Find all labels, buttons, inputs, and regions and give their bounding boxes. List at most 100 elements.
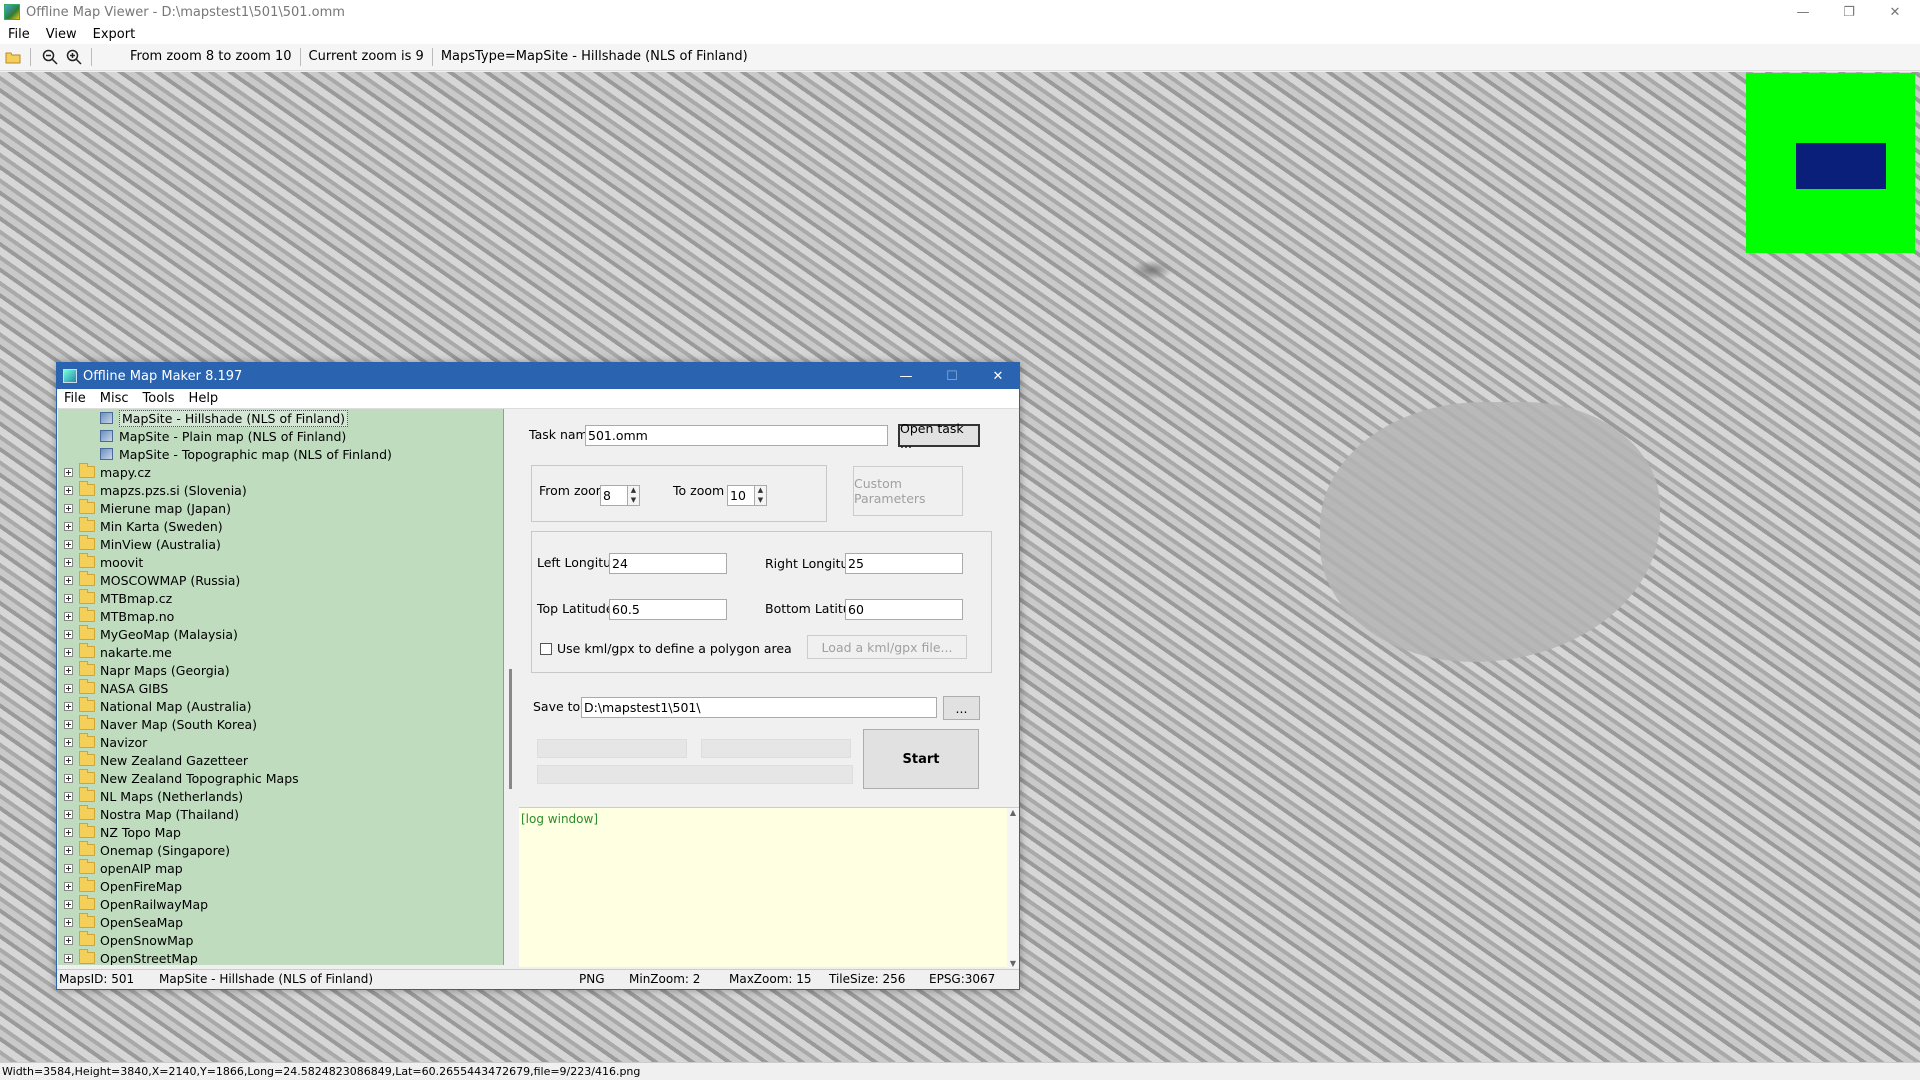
map-source-tree[interactable]: MapSite - Hillshade (NLS of Finland) MapS… — [58, 409, 504, 965]
tree-folder-item[interactable]: moovit — [58, 553, 503, 571]
tree-folder-item[interactable]: OpenStreetMap — [58, 949, 503, 965]
tree-folder-item[interactable]: MOSCOWMAP (Russia) — [58, 571, 503, 589]
menu-view[interactable]: View — [38, 27, 85, 42]
tree-folder-item[interactable]: Mierune map (Japan) — [58, 499, 503, 517]
expand-icon[interactable] — [64, 593, 73, 603]
to-zoom-input[interactable] — [727, 485, 755, 506]
overview-viewport[interactable] — [1796, 143, 1886, 189]
expand-icon[interactable] — [64, 755, 73, 765]
expand-icon[interactable] — [64, 845, 73, 855]
from-zoom-input[interactable] — [600, 485, 628, 506]
tree-scrollbar[interactable] — [505, 409, 517, 965]
dialog-menu-misc[interactable]: Misc — [93, 391, 136, 406]
expand-icon[interactable] — [64, 629, 73, 639]
zoom-out-icon[interactable] — [39, 46, 61, 68]
expand-icon[interactable] — [64, 665, 73, 675]
expand-icon[interactable] — [64, 611, 73, 621]
expand-icon[interactable] — [64, 827, 73, 837]
tree-scrollbar-thumb[interactable] — [509, 669, 512, 789]
dialog-close-button[interactable]: ✕ — [975, 363, 1021, 389]
expand-icon[interactable] — [64, 737, 73, 747]
folder-icon — [79, 517, 95, 532]
dialog-menu-help[interactable]: Help — [182, 391, 226, 406]
expand-icon[interactable] — [64, 503, 73, 513]
start-button[interactable]: Start — [863, 729, 979, 789]
tree-folder-item[interactable]: New Zealand Topographic Maps — [58, 769, 503, 787]
tree-folder-item[interactable]: OpenRailwayMap — [58, 895, 503, 913]
tree-folder-item[interactable]: Navizor — [58, 733, 503, 751]
tree-folder-item[interactable]: Onemap (Singapore) — [58, 841, 503, 859]
save-to-input[interactable] — [581, 697, 937, 718]
expand-icon[interactable] — [64, 953, 73, 963]
tree-folder-item[interactable]: Napr Maps (Georgia) — [58, 661, 503, 679]
expand-icon[interactable] — [64, 683, 73, 693]
left-longitude-input[interactable] — [609, 553, 727, 574]
close-button[interactable]: ✕ — [1872, 0, 1918, 24]
log-window[interactable]: [log window] ▲ ▼ — [519, 807, 1019, 968]
right-longitude-input[interactable] — [845, 553, 963, 574]
expand-icon[interactable] — [64, 935, 73, 945]
zoom-in-icon[interactable] — [63, 46, 85, 68]
from-zoom-spinner[interactable]: ▲ ▼ — [628, 485, 640, 506]
log-scrollbar[interactable]: ▲ ▼ — [1007, 808, 1019, 968]
tree-folder-item[interactable]: OpenSnowMap — [58, 931, 503, 949]
open-task-button[interactable]: Open task ... — [898, 421, 980, 451]
tree-folder-item[interactable]: New Zealand Gazetteer — [58, 751, 503, 769]
task-name-input[interactable] — [585, 425, 888, 446]
tree-folder-item[interactable]: nakarte.me — [58, 643, 503, 661]
expand-icon[interactable] — [64, 557, 73, 567]
tree-folder-item[interactable]: mapy.cz — [58, 463, 503, 481]
expand-icon[interactable] — [64, 863, 73, 873]
tree-folder-item[interactable]: NZ Topo Map — [58, 823, 503, 841]
expand-icon[interactable] — [64, 701, 73, 711]
open-folder-icon[interactable] — [2, 46, 24, 68]
load-kml-button[interactable]: Load a kml/gpx file... — [807, 635, 967, 659]
tree-folder-item[interactable]: Nostra Map (Thailand) — [58, 805, 503, 823]
dialog-minimize-button[interactable]: — — [883, 363, 929, 389]
expand-icon[interactable] — [64, 539, 73, 549]
tree-folder-item[interactable]: MyGeoMap (Malaysia) — [58, 625, 503, 643]
expand-icon[interactable] — [64, 881, 73, 891]
tree-folder-item[interactable]: Min Karta (Sweden) — [58, 517, 503, 535]
tree-folder-item[interactable]: MTBmap.cz — [58, 589, 503, 607]
expand-icon[interactable] — [64, 521, 73, 531]
custom-parameters-button[interactable]: Custom Parameters — [853, 466, 963, 516]
to-zoom-spinner[interactable]: ▲ ▼ — [755, 485, 767, 506]
tree-folder-item[interactable]: OpenSeaMap — [58, 913, 503, 931]
dialog-menu-file[interactable]: File — [57, 391, 93, 406]
expand-icon[interactable] — [64, 719, 73, 729]
dialog-maximize-button[interactable]: ☐ — [929, 363, 975, 389]
dialog-menu-tools[interactable]: Tools — [136, 391, 182, 406]
restore-button[interactable]: ❐ — [1826, 0, 1872, 24]
expand-icon[interactable] — [64, 467, 73, 477]
expand-icon[interactable] — [64, 809, 73, 819]
tree-item-label: OpenRailwayMap — [100, 896, 209, 912]
minimize-button[interactable]: — — [1780, 0, 1826, 24]
tree-folder-item[interactable]: OpenFireMap — [58, 877, 503, 895]
kml-polygon-checkbox[interactable] — [540, 643, 552, 655]
tree-folder-item[interactable]: NL Maps (Netherlands) — [58, 787, 503, 805]
tree-folder-item[interactable]: mapzs.pzs.si (Slovenia) — [58, 481, 503, 499]
tree-folder-item[interactable]: Naver Map (South Korea) — [58, 715, 503, 733]
expand-icon[interactable] — [64, 791, 73, 801]
tree-folder-item[interactable]: MinView (Australia) — [58, 535, 503, 553]
tree-folder-item[interactable]: MTBmap.no — [58, 607, 503, 625]
top-latitude-input[interactable] — [609, 599, 727, 620]
tree-map-item[interactable]: MapSite - Plain map (NLS of Finland) — [58, 427, 503, 445]
expand-icon[interactable] — [64, 647, 73, 657]
expand-icon[interactable] — [64, 575, 73, 585]
tree-map-item[interactable]: MapSite - Topographic map (NLS of Finlan… — [58, 445, 503, 463]
browse-folder-button[interactable]: ... — [943, 696, 980, 720]
tree-folder-item[interactable]: NASA GIBS — [58, 679, 503, 697]
bottom-latitude-input[interactable] — [845, 599, 963, 620]
tree-folder-item[interactable]: openAIP map — [58, 859, 503, 877]
expand-icon[interactable] — [64, 485, 73, 495]
menu-export[interactable]: Export — [85, 27, 144, 42]
menu-file[interactable]: File — [0, 27, 38, 42]
expand-icon[interactable] — [64, 899, 73, 909]
tree-map-item[interactable]: MapSite - Hillshade (NLS of Finland) — [58, 409, 503, 427]
tree-folder-item[interactable]: National Map (Australia) — [58, 697, 503, 715]
expand-icon[interactable] — [64, 917, 73, 927]
expand-icon[interactable] — [64, 773, 73, 783]
overview-minimap[interactable] — [1746, 73, 1915, 253]
